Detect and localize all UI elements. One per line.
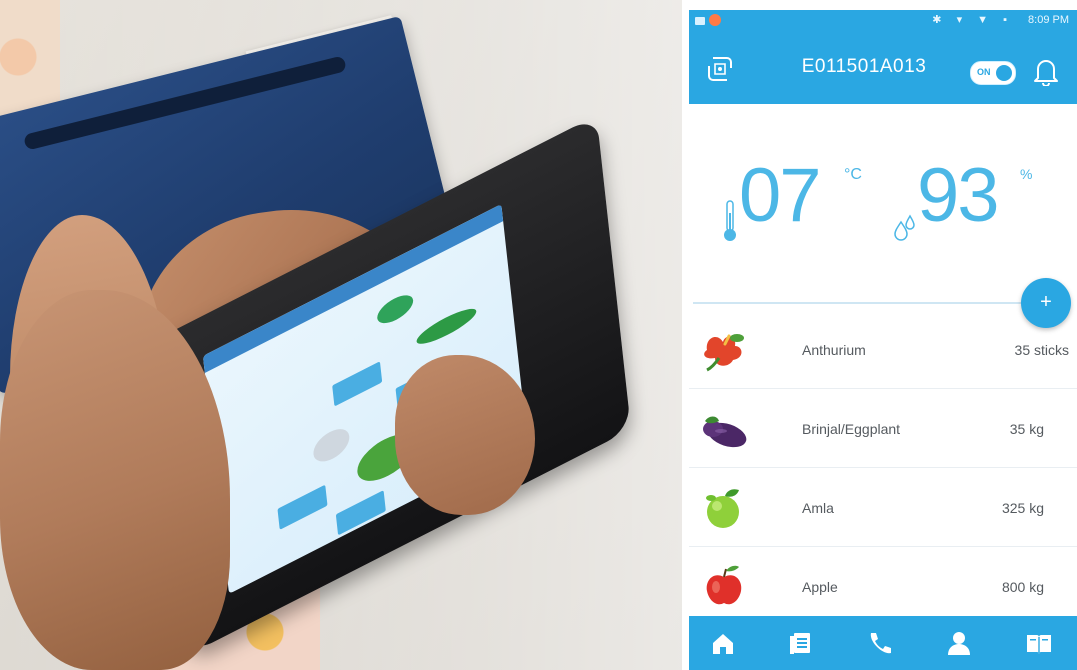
photo-veg-green xyxy=(376,289,415,329)
photo-tile xyxy=(335,490,386,536)
produce-quantity: 800 kg xyxy=(1001,579,1044,595)
home-icon[interactable] xyxy=(709,630,737,656)
humidity-drops-icon xyxy=(894,214,915,241)
status-time: 8:09 PM xyxy=(1028,14,1069,26)
status-bar: ✱ ▾ ▼ ▪ 8:09 PM xyxy=(689,10,1077,32)
list-icon[interactable] xyxy=(786,630,814,656)
list-item[interactable]: Apple 800 kg xyxy=(689,547,1077,626)
photo-veg-white xyxy=(312,422,351,468)
photo-veg-cucumber xyxy=(415,302,478,351)
anthurium-icon xyxy=(704,334,744,372)
toggle-label: ON xyxy=(977,67,991,77)
produce-quantity: 35 kg xyxy=(1009,421,1044,437)
humidity-unit: % xyxy=(1020,166,1033,182)
produce-list: Anthurium 35 sticks Brinjal/Eggplant 35 … xyxy=(689,310,1077,626)
phone-icon[interactable] xyxy=(865,630,893,656)
bell-icon[interactable] xyxy=(1033,56,1059,86)
section-divider xyxy=(693,302,1028,304)
notification-dot-icon xyxy=(709,14,721,26)
amla-icon xyxy=(706,489,739,528)
produce-quantity: 35 sticks xyxy=(1014,342,1069,358)
power-toggle[interactable]: ON xyxy=(970,61,1016,85)
photo-hand-holding-phone xyxy=(0,0,682,670)
bottom-nav xyxy=(689,616,1077,670)
temperature-value: 07 xyxy=(739,153,822,238)
produce-name: Amla xyxy=(802,500,834,516)
produce-name: Anthurium xyxy=(802,342,866,358)
photo-tile xyxy=(277,484,328,530)
list-item[interactable]: Anthurium 35 sticks xyxy=(689,310,1077,389)
book-icon[interactable] xyxy=(1025,630,1053,656)
produce-name: Apple xyxy=(802,579,838,595)
device-icon[interactable] xyxy=(705,54,735,84)
app-header: E011501A013 ON xyxy=(689,32,1077,104)
status-icons: ✱ ▾ ▼ ▪ xyxy=(932,14,1013,26)
produce-name: Brinjal/Eggplant xyxy=(802,421,901,437)
device-id-title: E011501A013 xyxy=(801,56,927,77)
produce-quantity: 325 kg xyxy=(1001,500,1044,516)
thermometer-icon xyxy=(724,200,736,241)
humidity-value: 93 xyxy=(917,153,1000,238)
apple-icon xyxy=(706,565,742,605)
toggle-knob xyxy=(996,65,1012,81)
app-screen: ✱ ▾ ▼ ▪ 8:09 PM E011501A013 ON 07 °C 93 … xyxy=(689,10,1077,670)
eggplant-icon xyxy=(703,416,747,448)
list-item[interactable]: Brinjal/Eggplant 35 kg xyxy=(689,389,1077,468)
profile-icon[interactable] xyxy=(945,630,973,656)
sensor-readings: 07 °C 93 % xyxy=(689,104,1077,304)
temperature-unit: °C xyxy=(844,166,862,183)
list-item[interactable]: Amla 325 kg xyxy=(689,468,1077,547)
photo-tile xyxy=(332,361,383,407)
